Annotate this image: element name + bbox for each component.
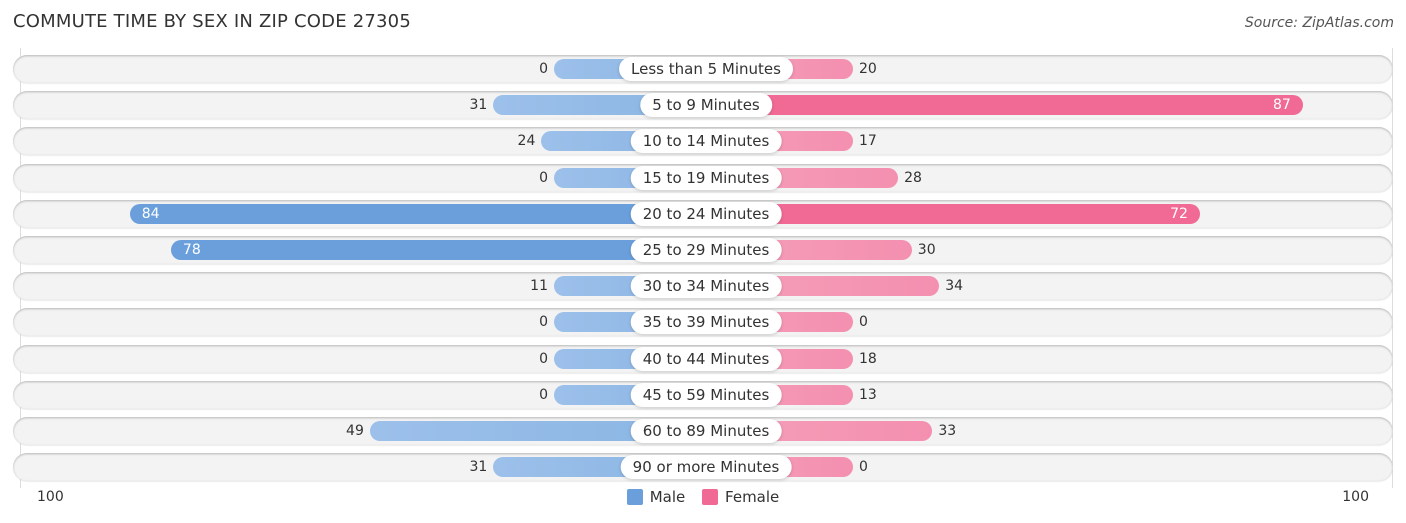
- value-label-male: 31: [469, 459, 488, 476]
- value-label-female: 30: [917, 242, 936, 258]
- category-label: 45 to 59 Minutes: [630, 382, 782, 407]
- value-label-female: 28: [904, 169, 922, 186]
- value-label-female: 87: [1273, 97, 1291, 114]
- legend-item-female: Female: [702, 488, 779, 506]
- value-label-female: 13: [859, 386, 877, 403]
- value-label-male: 49: [346, 423, 364, 439]
- category-label: 90 or more Minutes: [620, 455, 792, 480]
- legend-label-female: Female: [725, 488, 780, 506]
- gridline-right: [1392, 48, 1393, 488]
- value-label-female: 0: [859, 314, 868, 331]
- value-label-male: 11: [530, 278, 548, 295]
- value-label-male: 78: [182, 242, 201, 258]
- diverging-bar-chart: 0 20 Less than 5 Minutes 31 87 5 to 9 Minutes…: [0, 0, 1406, 523]
- legend-label-male: Male: [649, 488, 686, 506]
- category-label: 25 to 29 Minutes: [630, 238, 782, 262]
- value-label-female: 33: [938, 423, 957, 439]
- value-label-female: 18: [859, 350, 877, 367]
- value-label-male: 0: [539, 314, 548, 331]
- category-label: 5 to 9 Minutes: [640, 93, 772, 118]
- value-label-female: 17: [859, 133, 877, 150]
- bar-male: [129, 203, 706, 224]
- category-label: 20 to 24 Minutes: [630, 201, 782, 226]
- category-label: 40 to 44 Minutes: [630, 346, 782, 371]
- category-label: 35 to 39 Minutes: [630, 310, 782, 335]
- legend: Male Female: [0, 488, 1406, 509]
- category-label: Less than 5 Minutes: [619, 57, 793, 81]
- category-label: 10 to 14 Minutes: [630, 129, 782, 154]
- value-label-female: 72: [1170, 205, 1188, 222]
- category-label: 60 to 89 Minutes: [630, 419, 782, 443]
- value-label-female: 20: [859, 61, 877, 77]
- value-label-male: 31: [469, 97, 488, 114]
- value-label-male: 84: [141, 205, 160, 222]
- value-label-male: 0: [539, 61, 548, 77]
- value-label-male: 24: [517, 133, 536, 150]
- value-label-female: 34: [945, 278, 964, 295]
- legend-swatch-male: [626, 489, 643, 505]
- value-label-female: 0: [859, 459, 868, 476]
- value-label-male: 0: [539, 169, 548, 186]
- bar-female: [706, 95, 1303, 116]
- legend-item-male: Male: [626, 488, 686, 506]
- value-label-male: 0: [539, 386, 548, 403]
- category-label: 30 to 34 Minutes: [630, 274, 782, 299]
- legend-swatch-female: [702, 489, 719, 505]
- value-label-male: 0: [539, 350, 548, 367]
- bar-male: [170, 240, 706, 260]
- category-label: 15 to 19 Minutes: [630, 165, 782, 190]
